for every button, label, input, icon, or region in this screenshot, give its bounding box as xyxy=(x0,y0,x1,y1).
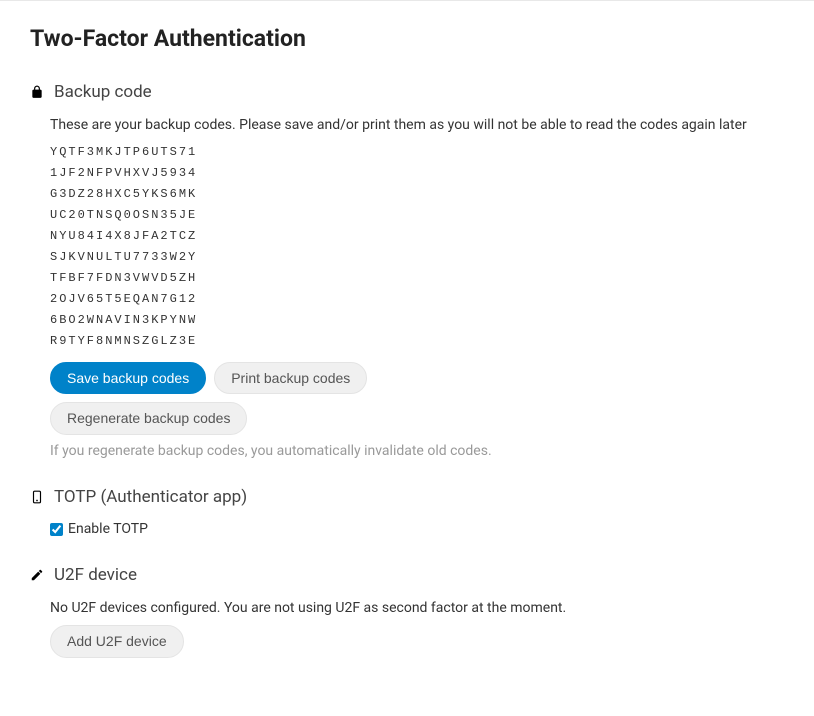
u2f-heading: U2F device xyxy=(54,565,137,585)
backup-code-description: These are your backup codes. Please save… xyxy=(50,116,784,136)
regenerate-backup-codes-button[interactable]: Regenerate backup codes xyxy=(50,402,247,435)
backup-code-item: 2OJV65T5EQAN7G12 xyxy=(50,289,784,310)
u2f-section: U2F device No U2F devices configured. Yo… xyxy=(30,565,784,657)
backup-code-item: UC20TNSQ0OSN35JE xyxy=(50,205,784,226)
phone-icon xyxy=(30,490,44,504)
lock-icon xyxy=(30,85,44,99)
backup-button-row-2: Regenerate backup codes xyxy=(50,402,784,435)
page-title: Two-Factor Authentication xyxy=(30,25,784,52)
backup-button-row-1: Save backup codes Print backup codes xyxy=(50,362,784,395)
u2f-status: No U2F devices configured. You are not u… xyxy=(50,599,784,619)
totp-header: TOTP (Authenticator app) xyxy=(30,487,784,507)
pencil-icon xyxy=(30,568,44,582)
backup-code-section: Backup code These are your backup codes.… xyxy=(30,82,784,459)
two-factor-settings: Two-Factor Authentication Backup code Th… xyxy=(0,1,814,716)
regenerate-note: If you regenerate backup codes, you auto… xyxy=(50,443,784,459)
totp-body: Enable TOTP xyxy=(30,521,784,537)
backup-codes-list: YQTF3MKJTP6UTS71 1JF2NFPVHXVJ5934 G3DZ28… xyxy=(50,142,784,352)
u2f-header: U2F device xyxy=(30,565,784,585)
backup-code-item: 1JF2NFPVHXVJ5934 xyxy=(50,163,784,184)
backup-code-heading: Backup code xyxy=(54,82,152,102)
u2f-button-row: Add U2F device xyxy=(50,625,784,658)
backup-code-item: 6BO2WNAVIN3KPYNW xyxy=(50,310,784,331)
backup-code-item: G3DZ28HXC5YKS6MK xyxy=(50,184,784,205)
enable-totp-checkbox[interactable] xyxy=(50,523,63,536)
print-backup-codes-button[interactable]: Print backup codes xyxy=(214,362,367,395)
backup-code-item: SJKVNULTU7733W2Y xyxy=(50,247,784,268)
backup-code-header: Backup code xyxy=(30,82,784,102)
totp-section: TOTP (Authenticator app) Enable TOTP xyxy=(30,487,784,537)
backup-code-item: NYU84I4X8JFA2TCZ xyxy=(50,226,784,247)
totp-heading: TOTP (Authenticator app) xyxy=(54,487,247,507)
add-u2f-device-button[interactable]: Add U2F device xyxy=(50,625,184,658)
u2f-body: No U2F devices configured. You are not u… xyxy=(30,599,784,657)
backup-code-item: R9TYF8NMNSZGLZ3E xyxy=(50,331,784,352)
enable-totp-row: Enable TOTP xyxy=(50,521,784,537)
enable-totp-label[interactable]: Enable TOTP xyxy=(68,521,148,537)
save-backup-codes-button[interactable]: Save backup codes xyxy=(50,362,206,395)
backup-code-item: TFBF7FDN3VWVD5ZH xyxy=(50,268,784,289)
backup-code-body: These are your backup codes. Please save… xyxy=(30,116,784,459)
backup-code-item: YQTF3MKJTP6UTS71 xyxy=(50,142,784,163)
